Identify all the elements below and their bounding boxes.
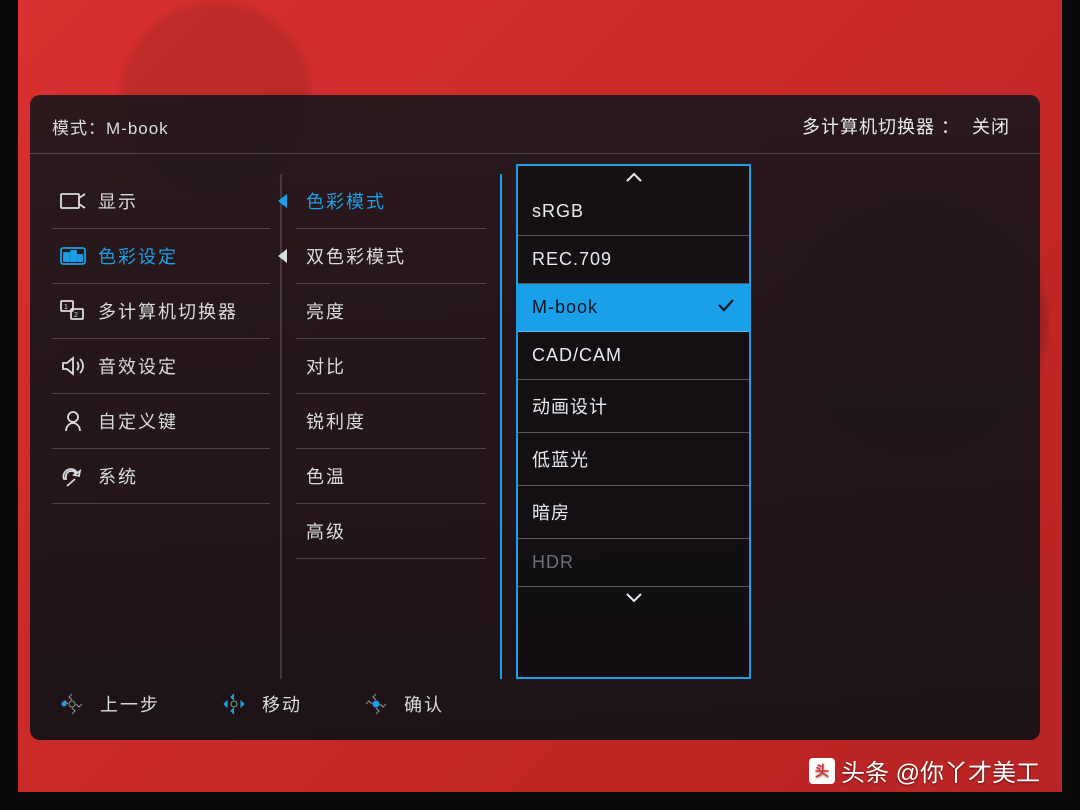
svg-text:1: 1 (64, 304, 70, 311)
option-animation[interactable]: 动画设计 (518, 380, 749, 433)
sub-label: 亮度 (306, 302, 346, 322)
option-srgb[interactable]: sRGB (518, 188, 749, 236)
menu-audio[interactable]: 音效设定 (52, 339, 270, 394)
kvm-status: 多计算机切换器 ： 关闭 (802, 113, 1010, 139)
sub-label: 锐利度 (306, 412, 366, 432)
sub-label: 对比 (306, 357, 346, 377)
osd-panel: 模式：M-book 多计算机切换器 ： 关闭 显示 色彩设定 12 (30, 95, 1040, 740)
display-icon (60, 190, 86, 212)
caret-left-icon (278, 249, 287, 263)
watermark-logo-icon: 头 (809, 758, 835, 784)
sub-label: 色温 (306, 467, 346, 487)
check-icon (717, 298, 735, 317)
menu-label: 色彩设定 (98, 243, 178, 269)
menu-label: 音效设定 (98, 353, 178, 379)
option-label: 动画设计 (532, 393, 608, 419)
menu-label: 多计算机切换器 (98, 298, 238, 324)
sub-label: 高级 (306, 522, 346, 542)
option-label: CAD/CAM (532, 345, 622, 366)
option-hdr: HDR (518, 539, 749, 587)
option-label: sRGB (532, 201, 584, 222)
sub-color-mode[interactable]: 色彩模式 (296, 174, 486, 229)
main-menu: 显示 色彩设定 12 多计算机切换器 音效设定 (52, 174, 282, 679)
menu-kvm[interactable]: 12 多计算机切换器 (52, 284, 270, 339)
footer-label: 上一步 (100, 691, 160, 717)
color-icon (60, 245, 86, 267)
sub-color-temp[interactable]: 色温 (296, 449, 486, 504)
option-low-blue[interactable]: 低蓝光 (518, 433, 749, 486)
sub-contrast[interactable]: 对比 (296, 339, 486, 394)
option-label: 暗房 (532, 499, 570, 525)
svg-text:2: 2 (74, 312, 80, 319)
menu-color[interactable]: 色彩设定 (52, 229, 270, 284)
sub-label: 双色彩模式 (306, 247, 406, 267)
scroll-down-icon[interactable] (518, 587, 749, 609)
sub-sharpness[interactable]: 锐利度 (296, 394, 486, 449)
osd-footer: 上一步 移动 确认 (30, 672, 1040, 740)
kvm-icon: 12 (60, 300, 86, 322)
sub-menu: 色彩模式 双色彩模式 亮度 对比 锐利度 色温 高级 (282, 174, 502, 679)
nav-left-icon (58, 690, 86, 718)
sub-brightness[interactable]: 亮度 (296, 284, 486, 339)
footer-move: 移动 (220, 690, 302, 718)
scroll-up-icon[interactable] (518, 166, 749, 188)
menu-system[interactable]: 系统 (52, 449, 270, 504)
watermark: 头 头条 @你丫才美工 (809, 753, 1040, 788)
caret-left-icon (278, 194, 287, 208)
option-cadcam[interactable]: CAD/CAM (518, 332, 749, 380)
option-rec709[interactable]: REC.709 (518, 236, 749, 284)
color-mode-options: sRGB REC.709 M-book CAD/CAM 动画设计 低蓝光 暗房 … (516, 164, 751, 679)
option-label: HDR (532, 552, 574, 573)
footer-label: 移动 (262, 691, 302, 717)
audio-icon (60, 355, 86, 377)
menu-label: 自定义键 (98, 408, 178, 434)
menu-label: 系统 (98, 463, 138, 489)
option-label: M-book (532, 297, 598, 318)
nav-center-icon (362, 690, 390, 718)
system-icon (60, 465, 86, 487)
footer-confirm: 确认 (362, 690, 444, 718)
menu-custom-key[interactable]: 自定义键 (52, 394, 270, 449)
footer-back: 上一步 (58, 690, 160, 718)
option-label: REC.709 (532, 249, 612, 270)
watermark-text: 头条 @你丫才美工 (841, 753, 1040, 788)
option-mbook[interactable]: M-book (518, 284, 749, 332)
osd-header: 模式：M-book 多计算机切换器 ： 关闭 (30, 95, 1040, 154)
sub-advanced[interactable]: 高级 (296, 504, 486, 559)
sub-dual-color[interactable]: 双色彩模式 (296, 229, 486, 284)
option-label: 低蓝光 (532, 446, 589, 472)
custom-key-icon (60, 410, 86, 432)
nav-move-icon (220, 690, 248, 718)
footer-label: 确认 (404, 691, 444, 717)
menu-display[interactable]: 显示 (52, 174, 270, 229)
option-darkroom[interactable]: 暗房 (518, 486, 749, 539)
current-mode: 模式：M-book (52, 114, 169, 139)
sub-label: 色彩模式 (306, 192, 386, 212)
menu-label: 显示 (98, 188, 138, 214)
